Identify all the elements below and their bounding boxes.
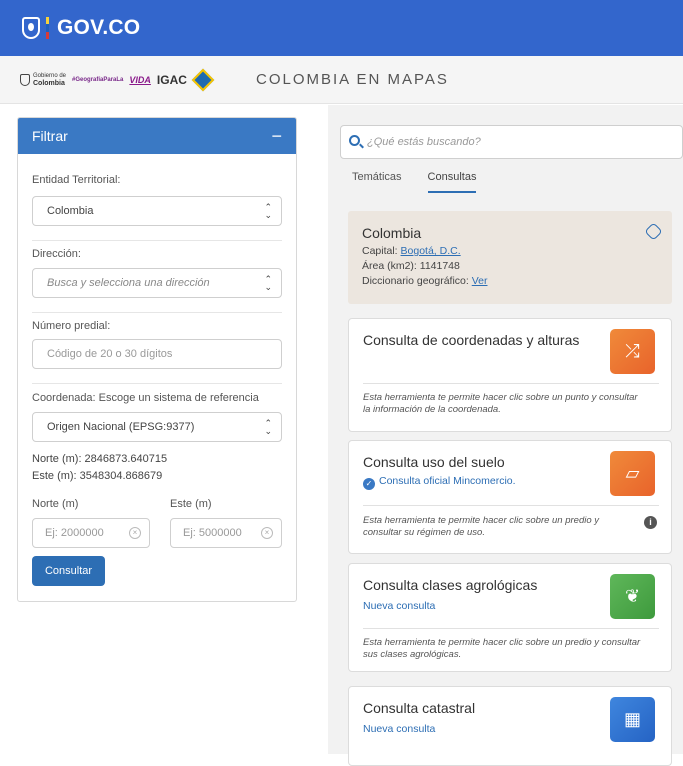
card-catastral[interactable]: Consulta catastral Nueva consulta ▦: [348, 686, 672, 766]
coord-label: Coordenada: Escoge un sistema de referen…: [32, 392, 259, 404]
select-arrows-icon: ⌃ ⌄: [264, 274, 272, 292]
coord-system-value: Origen Nacional (EPSG:9377): [47, 421, 195, 433]
entidad-label: Entidad Territorial:: [32, 174, 121, 186]
card-title: Consulta uso del suelo: [363, 454, 505, 470]
card-description: Esta herramienta te permite hacer clic s…: [363, 515, 600, 538]
divider: [32, 312, 282, 313]
tab-tematicas[interactable]: Temáticas: [352, 171, 402, 193]
divider: [363, 505, 659, 506]
dictionary-link[interactable]: Ver: [472, 275, 488, 287]
search-icon: [349, 135, 360, 146]
vida-logo: VIDA: [129, 74, 151, 85]
entidad-value: Colombia: [47, 205, 94, 217]
norte-label: Norte (m): [32, 498, 79, 510]
area-row: Área (km2): 1141748: [362, 260, 460, 272]
gobierno-logo[interactable]: Gobierno de Colombia: [20, 73, 66, 87]
tab-bar: Temáticas Consultas: [352, 171, 477, 193]
coord-system-select[interactable]: Origen Nacional (EPSG:9377) ⌃ ⌄: [32, 412, 282, 442]
dictionary-row: Diccionario geográfico: Ver: [362, 274, 658, 289]
filter-title: Filtrar: [32, 128, 68, 144]
filter-panel: Filtrar − Entidad Territorial: Colombia …: [17, 117, 297, 602]
igac-diamond-icon: [191, 68, 215, 91]
search-input[interactable]: ¿Qué estás buscando?: [340, 125, 683, 159]
direccion-select[interactable]: Busca y selecciona una dirección ⌃ ⌄: [32, 268, 282, 298]
card-title: Consulta de coordenadas y alturas: [363, 332, 580, 348]
select-arrows-icon: ⌃ ⌄: [264, 418, 272, 436]
divider: [32, 383, 282, 384]
dictionary-label: Diccionario geográfico:: [362, 275, 469, 287]
territory-name: Colombia: [362, 225, 422, 241]
este-label: Este (m): [170, 498, 212, 510]
divider: [363, 383, 659, 384]
clear-icon[interactable]: ×: [261, 527, 273, 539]
gov-bar: GOV.CO: [0, 0, 683, 56]
select-arrows-icon: ⌃ ⌄: [264, 202, 272, 220]
plant-icon: ❦: [610, 574, 655, 619]
shield-icon: [22, 17, 40, 39]
search-placeholder: ¿Qué estás buscando?: [367, 136, 481, 148]
card-subtitle[interactable]: ✓ Consulta oficial Mincomercio.: [363, 475, 516, 490]
land-use-icon: ▱: [610, 451, 655, 496]
card-subtitle[interactable]: Nueva consulta: [363, 600, 435, 612]
gobierno-line1: Gobierno de: [33, 72, 67, 79]
norte-placeholder: Ej: 2000000: [45, 527, 104, 539]
gobierno-line2: Colombia: [33, 79, 65, 87]
direccion-label: Dirección:: [32, 248, 81, 260]
card-description: Esta herramienta te permite hacer clic s…: [363, 392, 638, 415]
card-title: Consulta clases agrológicas: [363, 577, 538, 593]
predial-placeholder: Código de 20 o 30 dígitos: [47, 348, 173, 360]
right-panel: ¿Qué estás buscando? Temáticas Consultas…: [328, 105, 683, 766]
este-readout: Este (m): 3548304.868679: [32, 470, 163, 482]
coordinates-icon: ⤮: [610, 329, 655, 374]
capital-row: Capital: Bogotá, D.C.: [362, 244, 658, 259]
site-title: COLOMBIA EN MAPAS: [256, 71, 449, 88]
card-title: Consulta catastral: [363, 700, 476, 716]
territory-info-card: Colombia Capital: Bogotá, D.C. Área (km2…: [348, 211, 672, 304]
este-input[interactable]: Ej: 5000000 ×: [170, 518, 282, 548]
cadastre-icon: ▦: [610, 697, 655, 742]
capital-label: Capital:: [362, 245, 398, 257]
predial-input[interactable]: Código de 20 o 30 dígitos: [32, 339, 282, 369]
card-description: Esta herramienta te permite hacer clic s…: [363, 637, 641, 660]
gov-brand-link[interactable]: GOV.CO: [57, 16, 140, 40]
left-panel: Filtrar − Entidad Territorial: Colombia …: [0, 105, 320, 754]
este-placeholder: Ej: 5000000: [183, 527, 242, 539]
geografia-logo: #GeografíaParaLa: [72, 76, 124, 83]
flag-icon: [46, 17, 49, 39]
tab-consultas[interactable]: Consultas: [427, 171, 477, 193]
consultar-button[interactable]: Consultar: [32, 556, 105, 586]
card-subtitle[interactable]: Nueva consulta: [363, 723, 435, 735]
collapse-icon[interactable]: −: [271, 127, 282, 145]
verified-icon: ✓: [363, 478, 375, 490]
capital-link[interactable]: Bogotá, D.C.: [401, 245, 461, 257]
direccion-placeholder: Busca y selecciona una dirección: [47, 277, 210, 289]
divider: [363, 628, 659, 629]
shield-icon: [20, 73, 30, 86]
filter-header[interactable]: Filtrar −: [18, 118, 296, 154]
site-header: Gobierno de Colombia #GeografíaParaLa VI…: [0, 56, 683, 104]
entidad-select[interactable]: Colombia ⌃ ⌄: [32, 196, 282, 226]
logo-strip: Gobierno de Colombia #GeografíaParaLa VI…: [0, 56, 238, 103]
card-coordenadas[interactable]: Consulta de coordenadas y alturas ⤮ Esta…: [348, 318, 672, 432]
card-clases-agrologicas[interactable]: Consulta clases agrológicas Nueva consul…: [348, 563, 672, 672]
norte-input[interactable]: Ej: 2000000 ×: [32, 518, 150, 548]
predial-label: Número predial:: [32, 320, 111, 332]
info-icon[interactable]: i: [644, 516, 657, 529]
clear-icon[interactable]: ×: [129, 527, 141, 539]
divider: [32, 240, 282, 241]
norte-readout: Norte (m): 2846873.640715: [32, 453, 168, 465]
igac-logo[interactable]: IGAC: [157, 73, 187, 87]
card-uso-suelo[interactable]: Consulta uso del suelo ✓ Consulta oficial…: [348, 440, 672, 554]
card-subtitle-text: Consulta oficial Mincomercio.: [379, 475, 516, 487]
